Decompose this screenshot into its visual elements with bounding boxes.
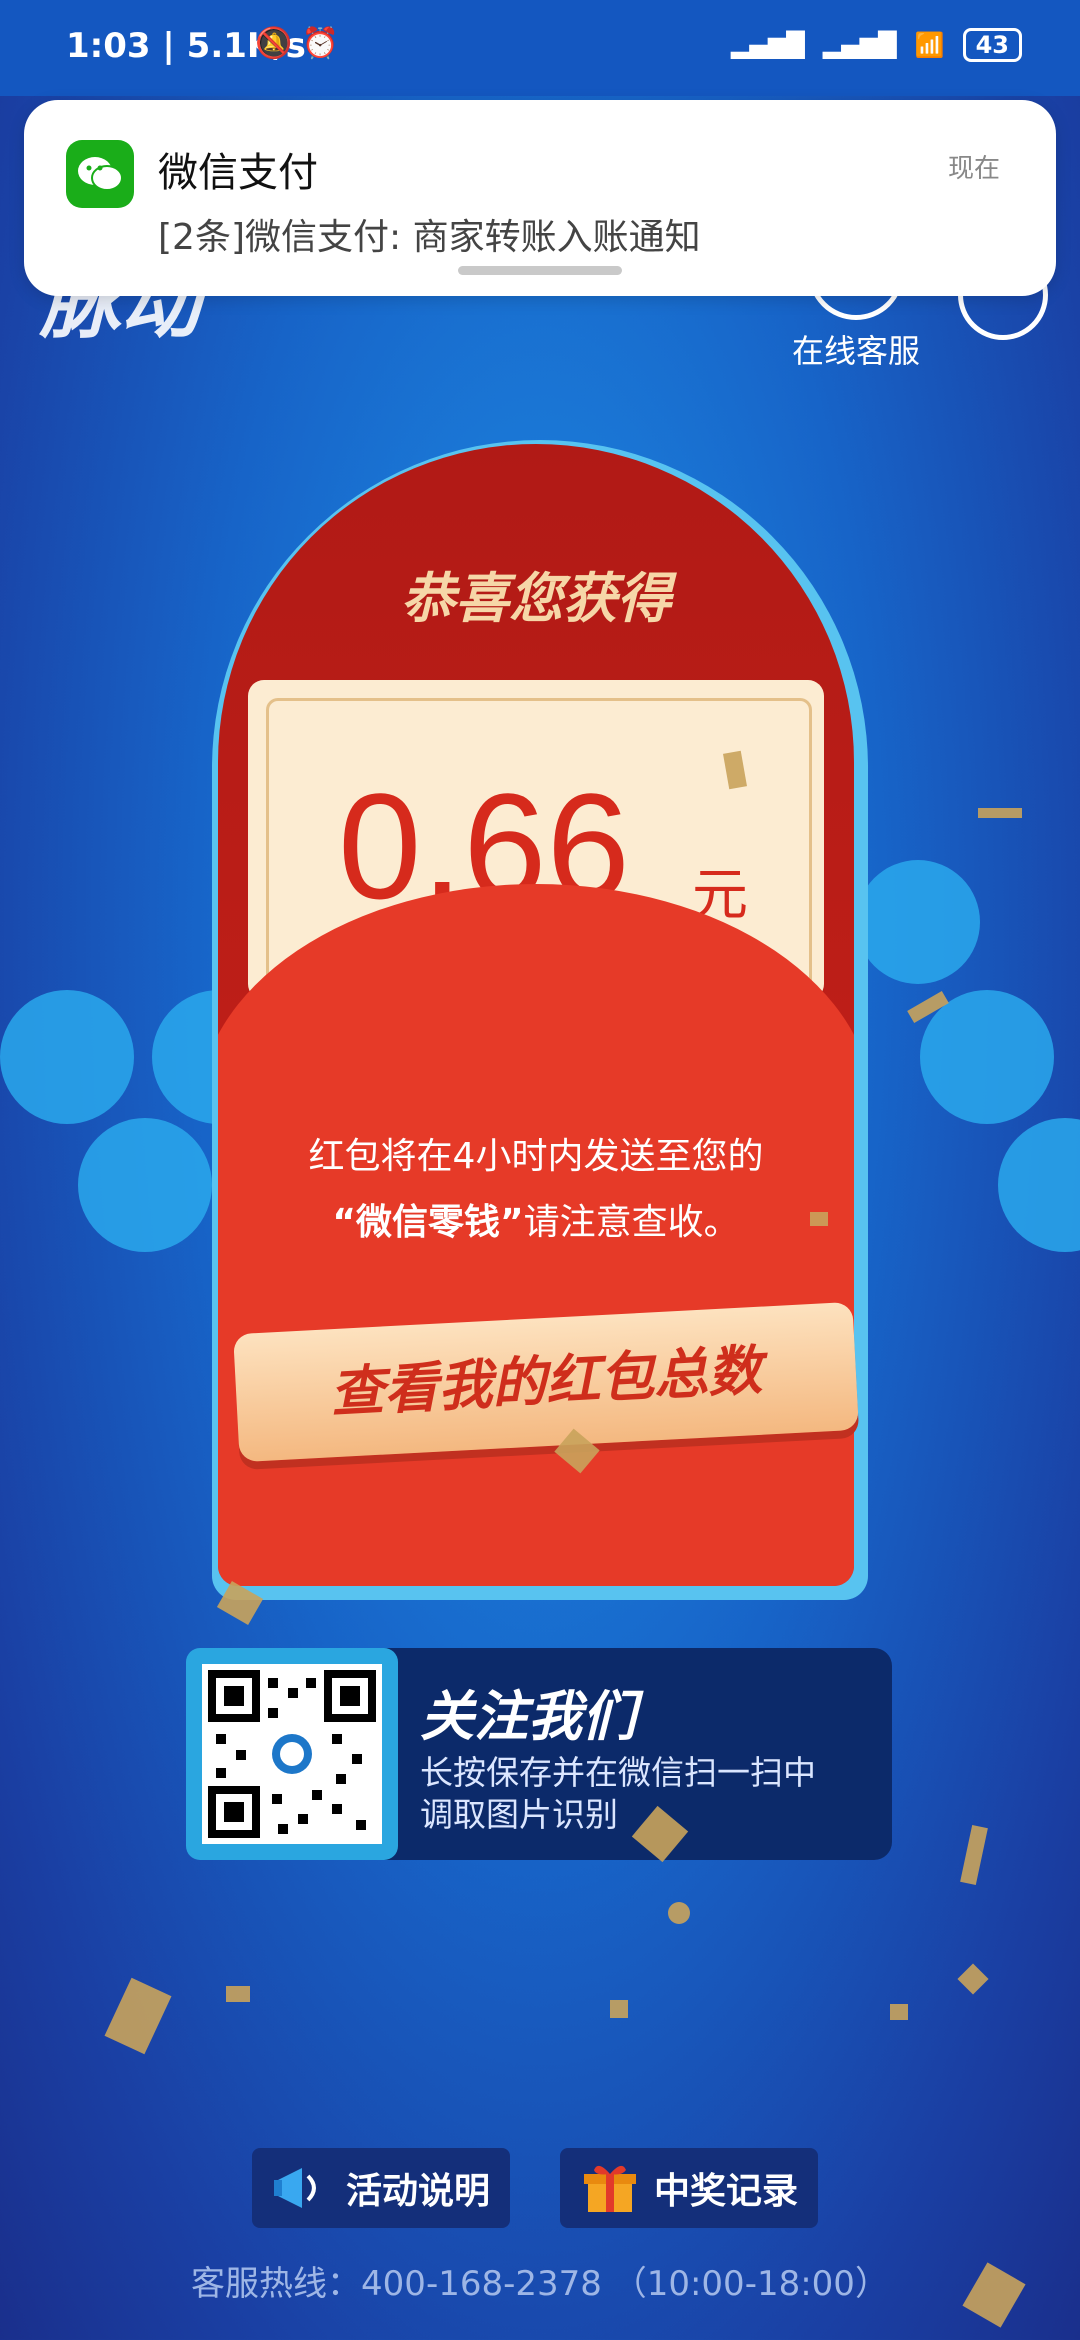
follow-description: 长按保存并在微信扫一扫中 调取图片识别 xyxy=(420,1752,816,1836)
signal-icon: ▂▄▆█ xyxy=(731,31,805,59)
confetti-decoration xyxy=(668,1902,690,1924)
bubble-decoration xyxy=(0,990,134,1124)
qr-code-frame[interactable] xyxy=(186,1648,398,1860)
qr-code[interactable] xyxy=(202,1664,382,1844)
congrats-title: 恭喜您获得 xyxy=(401,567,671,630)
confetti-decoration xyxy=(610,2000,628,2018)
alarm-icon: ⏰ xyxy=(301,26,340,61)
bubble-decoration xyxy=(856,860,980,984)
wechat-icon xyxy=(66,140,134,208)
activity-rules-label: 活动说明 xyxy=(346,2171,491,2212)
confetti-decoration xyxy=(960,1824,988,1886)
follow-panel: 关注我们 长按保存并在微信扫一扫中 调取图片识别 xyxy=(186,1648,892,1860)
bubble-decoration xyxy=(998,1118,1080,1252)
status-bar: 1:03 | 5.1K/s 🔕 ⏰ ▂▄▆█ ▂▄▆█ 📶 43 xyxy=(0,0,1080,96)
delivery-line-2-rest: 请注意查收。 xyxy=(523,1202,740,1243)
wallet-highlight: “微信零钱” xyxy=(332,1202,524,1243)
follow-title: 关注我们 xyxy=(420,1685,636,1748)
delivery-line-2: “微信零钱”请注意查收。 xyxy=(218,1190,854,1256)
confetti-decoration xyxy=(810,1212,828,1226)
notification-banner[interactable]: 微信支付 现在 [2条]微信支付: 商家转账入账通知 xyxy=(24,100,1056,296)
confetti-decoration xyxy=(890,2004,908,2020)
wifi-icon: 📶 xyxy=(914,31,945,59)
confetti-decoration xyxy=(957,1963,989,1995)
confetti-decoration xyxy=(978,808,1022,818)
notification-body: [2条]微信支付: 商家转账入账通知 xyxy=(158,217,701,258)
delivery-message: 红包将在4小时内发送至您的 “微信零钱”请注意查收。 xyxy=(218,1124,854,1256)
status-right: ▂▄▆█ ▂▄▆█ 📶 43 xyxy=(731,28,1022,62)
service-hotline: 客服热线：400-168-2378 （10:00-18:00） xyxy=(191,2264,889,2304)
activity-rules-button[interactable]: 活动说明 xyxy=(252,2148,511,2228)
signal-icon-2: ▂▄▆█ xyxy=(822,31,897,59)
gift-icon xyxy=(580,2158,640,2218)
notification-handle[interactable] xyxy=(458,266,622,275)
status-icons: 🔕 ⏰ xyxy=(255,26,339,61)
battery-icon: 43 xyxy=(962,28,1022,62)
prize-records-label: 中奖记录 xyxy=(654,2171,799,2212)
online-service-label: 在线客服 xyxy=(791,332,920,370)
mute-bell-icon: 🔕 xyxy=(255,26,293,61)
delivery-line-1: 红包将在4小时内发送至您的 xyxy=(308,1136,764,1177)
notification-time: 现在 xyxy=(947,154,1000,184)
confetti-decoration xyxy=(226,1986,250,2002)
bubble-decoration xyxy=(920,990,1054,1124)
notification-app-name: 微信支付 xyxy=(158,150,318,196)
megaphone-icon xyxy=(272,2158,332,2218)
follow-desc-line-2: 调取图片识别 xyxy=(420,1795,618,1834)
follow-desc-line-1: 长按保存并在微信扫一扫中 xyxy=(420,1753,816,1792)
prize-records-button[interactable]: 中奖记录 xyxy=(560,2148,819,2228)
confetti-decoration xyxy=(104,1977,172,2055)
bubble-decoration xyxy=(78,1118,212,1252)
